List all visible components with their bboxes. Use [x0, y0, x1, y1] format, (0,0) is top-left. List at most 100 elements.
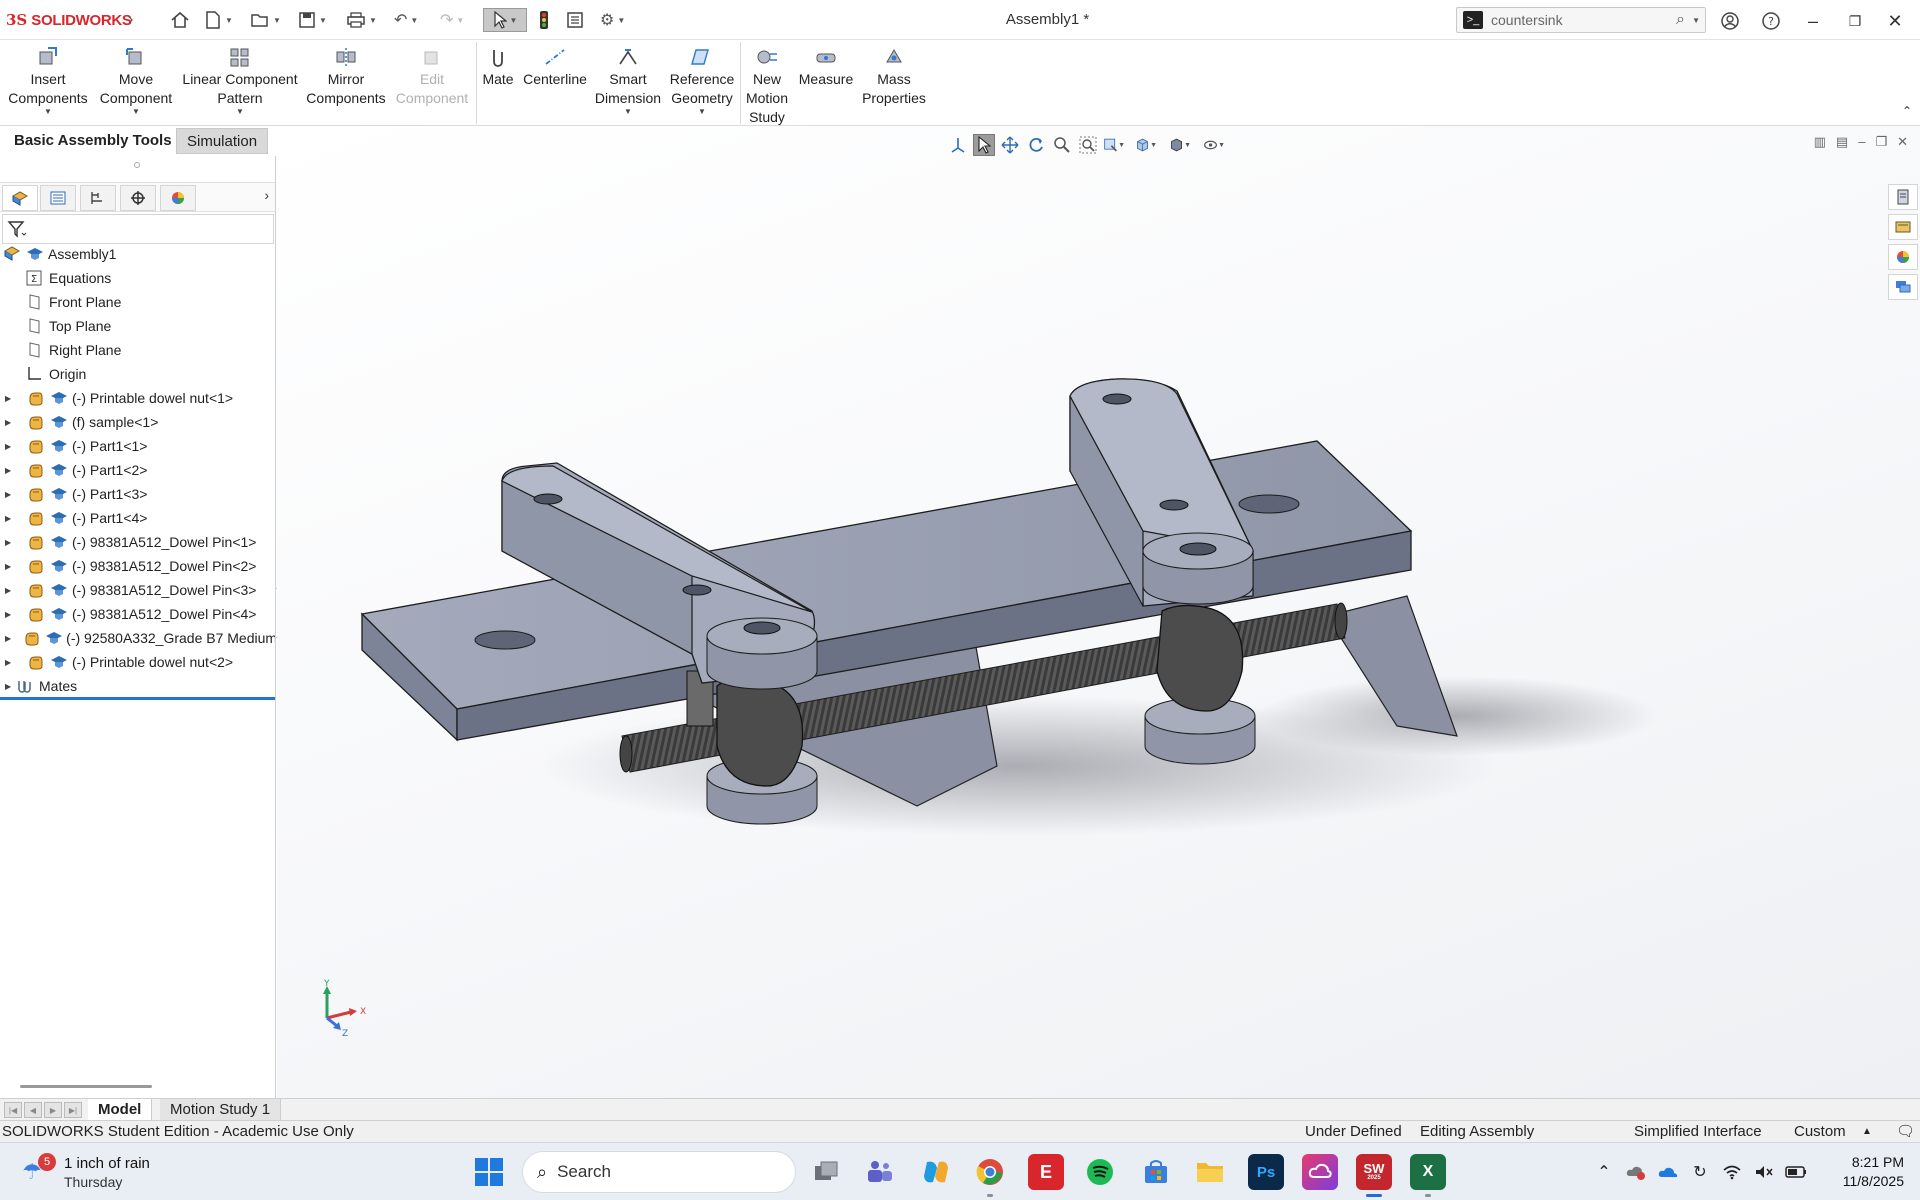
search-box[interactable]: >_ ⌕ ▼ [1456, 7, 1706, 33]
tree-item[interactable]: ▶ (-) 92580A332_Grade B7 Medium [0, 626, 275, 650]
previous-tab-arrow-icon[interactable]: ◀ [24, 1102, 42, 1118]
teams-icon[interactable] [862, 1154, 898, 1190]
tab-basic-assembly-tools[interactable]: Basic Assembly Tools [4, 128, 182, 154]
tree-item[interactable]: ▶ (-) Part1<2> [0, 458, 275, 482]
view-orientation-cube-icon[interactable]: ▼ [1135, 134, 1157, 156]
centerline-button[interactable]: Centerline [520, 46, 590, 89]
expand-arrow-icon[interactable]: ▶ [5, 658, 15, 667]
tab-simulation[interactable]: Simulation [176, 128, 269, 154]
file-explorer-icon[interactable] [1192, 1154, 1228, 1190]
spotify-icon[interactable] [1082, 1154, 1118, 1190]
chevron-down-icon[interactable]: ▼ [592, 108, 664, 116]
status-units[interactable]: Custom [1794, 1123, 1846, 1140]
tree-item[interactable]: ▶ (-) Part1<1> [0, 434, 275, 458]
onedrive-cloud-icon[interactable] [1652, 1156, 1684, 1188]
forum-chat-icon[interactable] [1888, 274, 1918, 300]
account-icon[interactable] [1717, 8, 1743, 34]
tree-item[interactable]: Σ Equations [0, 266, 275, 290]
tile-right-icon[interactable]: ▤ [1836, 134, 1848, 150]
expand-arrow-icon[interactable]: ▶ [5, 634, 11, 643]
weather-widget[interactable]: ☂ 5 1 inch of rain Thursday [22, 1153, 182, 1193]
zoom-to-area-icon[interactable]: ▼ [1103, 134, 1125, 156]
microsoft-store-icon[interactable] [1138, 1154, 1174, 1190]
last-tab-arrow-icon[interactable]: ▶| [64, 1102, 82, 1118]
status-interface[interactable]: Simplified Interface [1634, 1123, 1762, 1140]
expand-arrow-icon[interactable]: ▶ [5, 442, 15, 451]
panel-grip[interactable] [134, 162, 140, 168]
smart-dimension-button[interactable]: Smart Dimension ▼ [592, 46, 664, 116]
tree-item[interactable]: ▶ (-) 98381A512_Dowel Pin<2> [0, 554, 275, 578]
insert-components-button[interactable]: Insert Components ▼ [6, 46, 90, 116]
dimxpert-tab-icon[interactable] [120, 185, 156, 211]
tree-item[interactable]: Origin [0, 362, 275, 386]
tree-item[interactable]: ▶ (-) Part1<4> [0, 506, 275, 530]
tree-item[interactable]: ▶ (-) 98381A512_Dowel Pin<3> [0, 578, 275, 602]
linear-component-pattern-button[interactable]: Linear Component Pattern ▼ [180, 46, 300, 116]
hide-show-items-icon[interactable]: ▼ [1203, 134, 1225, 156]
tree-item[interactable]: ▶ (-) Printable dowel nut<2> [0, 650, 275, 674]
mirror-components-button[interactable]: Mirror Components [304, 46, 388, 108]
windows-start-icon[interactable] [474, 1157, 504, 1187]
tree-item[interactable]: ▶ (-) Printable dowel nut<1> [0, 386, 275, 410]
reference-geometry-button[interactable]: Reference Geometry ▼ [666, 46, 738, 116]
rollback-bar[interactable] [0, 697, 275, 700]
chevron-down-icon[interactable]: ▼ [180, 108, 300, 116]
tree-item[interactable]: Front Plane [0, 290, 275, 314]
tile-left-icon[interactable]: ▥ [1814, 134, 1826, 150]
excel-icon[interactable]: X [1410, 1154, 1446, 1197]
display-style-icon[interactable]: ▼ [1169, 134, 1191, 156]
new-motion-study-button[interactable]: New Motion Study [742, 46, 792, 127]
expand-arrow-icon[interactable]: ▶ [5, 586, 15, 595]
tree-item[interactable]: ▶ (-) 98381A512_Dowel Pin<4> [0, 602, 275, 626]
rotate-view-icon[interactable] [1025, 134, 1047, 156]
show-hidden-icons-chevron-icon[interactable]: ⌃ [1588, 1156, 1620, 1188]
photoshop-icon[interactable]: Ps [1248, 1154, 1284, 1190]
expand-arrow-icon[interactable]: ▶ [5, 610, 15, 619]
search-icon[interactable]: ⌕ [1676, 11, 1685, 29]
chevron-down-icon[interactable]: ▼ [6, 108, 90, 116]
tree-filter[interactable] [2, 214, 274, 244]
collapse-ribbon-icon[interactable]: ⌃ [1902, 104, 1912, 118]
creative-cloud-icon[interactable] [1302, 1154, 1338, 1190]
volume-muted-icon[interactable] [1748, 1156, 1780, 1188]
tree-root-assembly[interactable]: Assembly1 [0, 242, 275, 266]
configuration-manager-tab-icon[interactable] [80, 185, 116, 211]
expand-arrow-icon[interactable]: ▶ [5, 466, 15, 475]
expand-arrow-icon[interactable]: ▶ [5, 394, 15, 403]
zoom-to-fit-icon[interactable] [1077, 134, 1099, 156]
feature-manager-tab-icon[interactable] [2, 185, 38, 211]
next-tab-arrow-icon[interactable]: ▶ [44, 1102, 62, 1118]
display-manager-tab-icon[interactable] [160, 185, 196, 211]
tab-motion-study-1[interactable]: Motion Study 1 [160, 1099, 282, 1120]
expand-arrow-icon[interactable]: ▶ [5, 562, 15, 571]
tree-item[interactable]: Right Plane [0, 338, 275, 362]
minimize-window-icon[interactable]: – [1800, 8, 1826, 34]
search-input[interactable] [1491, 12, 1661, 28]
units-dropdown-icon[interactable]: ▲ [1862, 1126, 1872, 1137]
mate-button[interactable]: Mate [480, 46, 516, 89]
tree-item[interactable]: ▶ (-) 98381A512_Dowel Pin<1> [0, 530, 275, 554]
property-manager-tab-icon[interactable] [40, 185, 76, 211]
viewport-restore-icon[interactable]: ❐ [1875, 134, 1887, 150]
espn-icon[interactable]: E [1028, 1154, 1064, 1190]
clock[interactable]: 8:21 PM 11/8/2025 [1812, 1153, 1904, 1191]
horizontal-scrollbar[interactable] [20, 1085, 152, 1088]
tree-item[interactable]: ▶ (f) sample<1> [0, 410, 275, 434]
chevron-down-icon[interactable]: ▼ [96, 108, 176, 116]
onedrive-error-icon[interactable] [1620, 1156, 1652, 1188]
expand-arrow-icon[interactable]: ▶ [5, 682, 15, 691]
taskbar-search[interactable]: ⌕ Search [522, 1151, 796, 1193]
filter-funnel-icon[interactable] [7, 220, 27, 243]
close-window-icon[interactable]: ✕ [1882, 8, 1908, 34]
expand-arrow-icon[interactable]: ▶ [5, 538, 15, 547]
edit-component-button[interactable]: Edit Component [392, 46, 472, 108]
appearances-icon[interactable] [1888, 244, 1918, 270]
design-library-icon[interactable] [1888, 214, 1918, 240]
expand-arrow-icon[interactable]: ▶ [5, 514, 15, 523]
more-tabs-icon[interactable]: › [264, 187, 269, 203]
restore-window-icon[interactable]: ❐ [1842, 8, 1868, 34]
sync-icon[interactable]: ↻ [1684, 1156, 1716, 1188]
chrome-icon[interactable] [972, 1154, 1008, 1197]
copilot-icon[interactable] [918, 1154, 954, 1190]
search-dropdown-icon[interactable]: ▼ [1692, 16, 1700, 25]
